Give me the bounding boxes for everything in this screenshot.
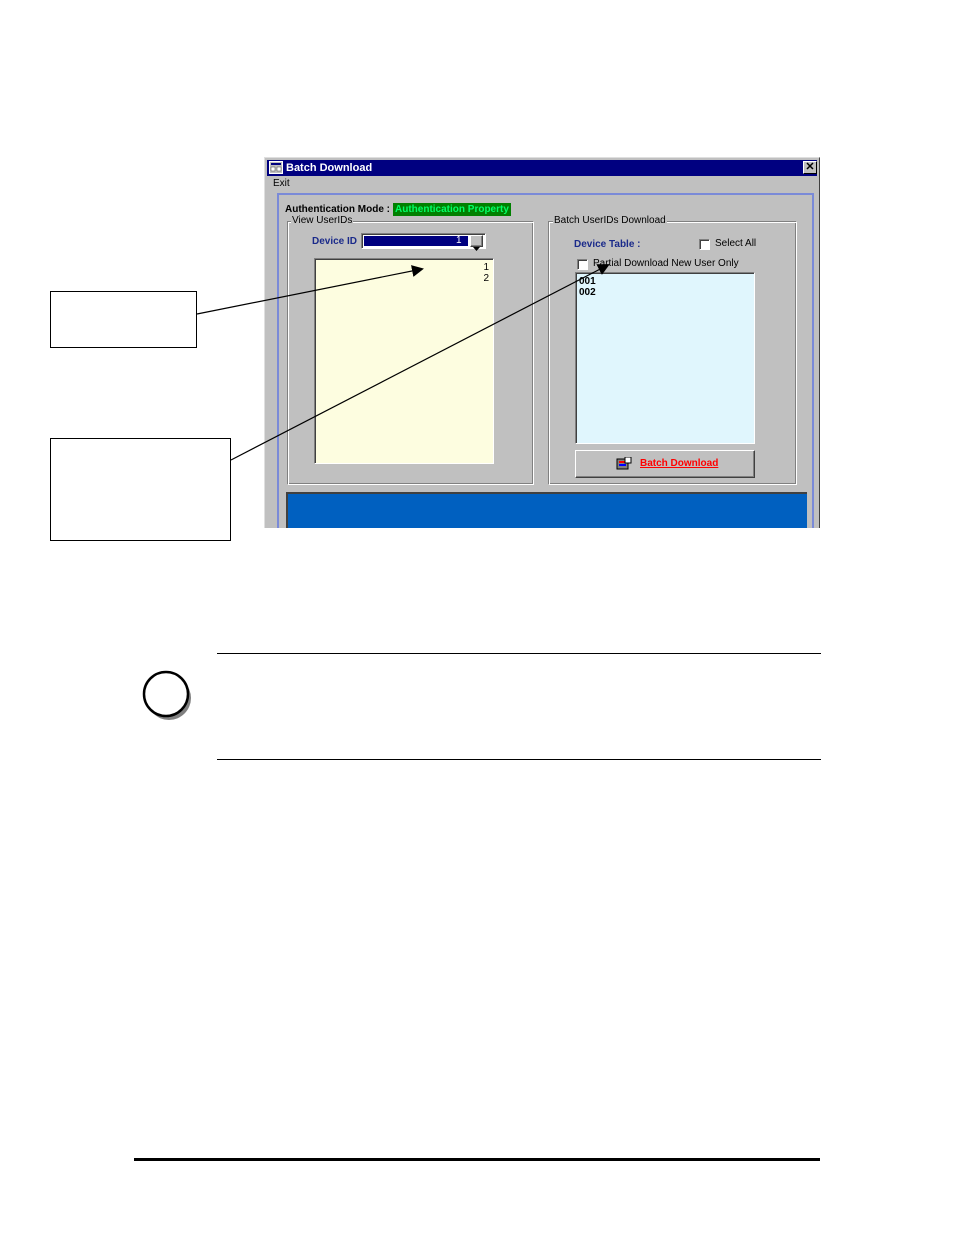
footer-rule: [134, 1158, 820, 1161]
note-bottom-rule: [217, 759, 821, 760]
callout-arrows: [196, 264, 610, 461]
arrow-to-partial-download: [230, 264, 610, 461]
arrow-to-user-ids: [196, 265, 424, 315]
note-top-rule: [217, 653, 821, 654]
info-circle-icon: [141, 670, 197, 727]
